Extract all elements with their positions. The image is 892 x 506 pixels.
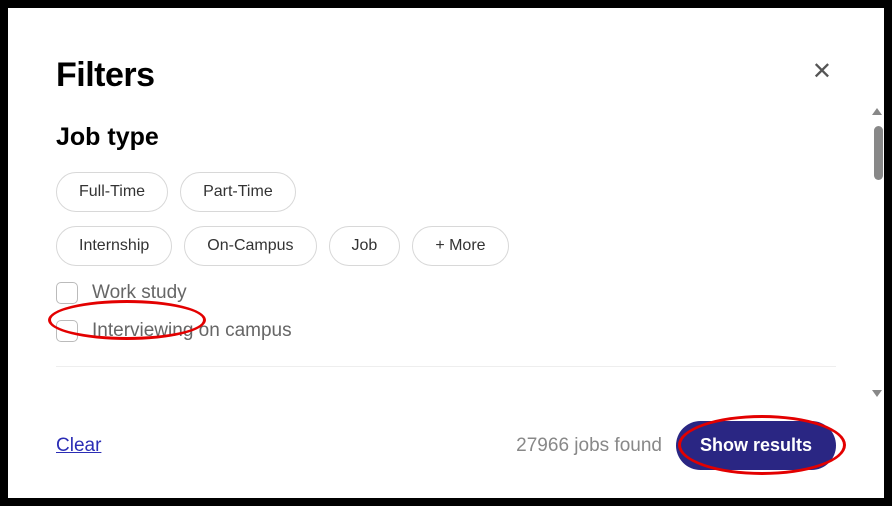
show-results-button[interactable]: Show results <box>676 421 836 470</box>
results-count: 27966 jobs found <box>516 435 662 457</box>
scrollbar[interactable] <box>870 108 884 397</box>
clear-link[interactable]: Clear <box>56 435 101 457</box>
checkbox-label-work-study: Work study <box>92 282 187 304</box>
checkbox-interviewing-on-campus[interactable] <box>56 320 78 342</box>
divider <box>56 366 836 367</box>
pill-job[interactable]: Job <box>329 226 401 266</box>
scrollbar-thumb[interactable] <box>874 126 883 180</box>
checkbox-work-study[interactable] <box>56 282 78 304</box>
pill-more[interactable]: + More <box>412 226 508 266</box>
scroll-down-icon <box>872 390 882 397</box>
modal-header: Filters ✕ <box>56 56 836 95</box>
pill-on-campus[interactable]: On-Campus <box>184 226 316 266</box>
checkbox-row-work-study: Work study <box>56 282 836 304</box>
pill-row-2: Internship On-Campus Job + More <box>56 226 836 266</box>
modal-body: Filters ✕ Job type Full-Time Part-Time I… <box>8 8 884 397</box>
footer-right: 27966 jobs found Show results <box>516 421 836 470</box>
section-title-job-type: Job type <box>56 123 836 152</box>
scroll-up-icon <box>872 108 882 115</box>
checkbox-label-interviewing: Interviewing on campus <box>92 320 292 342</box>
checkbox-row-interviewing: Interviewing on campus <box>56 320 836 342</box>
pill-part-time[interactable]: Part-Time <box>180 172 296 212</box>
pill-row-1: Full-Time Part-Time <box>56 172 836 212</box>
close-button[interactable]: ✕ <box>808 56 836 88</box>
modal-title: Filters <box>56 56 155 95</box>
pill-internship[interactable]: Internship <box>56 226 172 266</box>
modal-footer: Clear 27966 jobs found Show results <box>8 397 884 498</box>
close-icon: ✕ <box>812 58 832 85</box>
pill-full-time[interactable]: Full-Time <box>56 172 168 212</box>
filters-modal: Filters ✕ Job type Full-Time Part-Time I… <box>8 8 884 498</box>
